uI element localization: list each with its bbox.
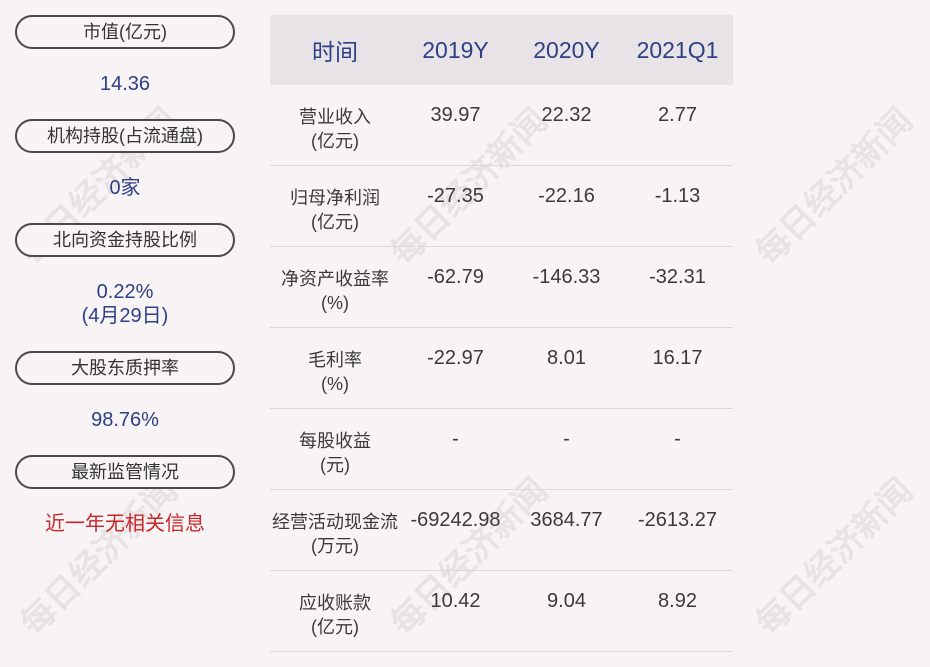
market-cap-label: 市值(亿元)	[15, 15, 235, 49]
market-cap-value: 14.36	[99, 73, 151, 95]
table-row: 归母净利润 (亿元) -27.35 -22.16 -1.13	[270, 166, 733, 247]
row-label-main: 净资产收益率	[281, 269, 389, 289]
table-row: 每股收益 (元) - - -	[270, 409, 733, 490]
row-label-unit: (亿元)	[311, 131, 359, 151]
regulatory-status-label: 最新监管情况	[15, 455, 235, 489]
regulatory-status-value: 近一年无相关信息	[45, 513, 205, 535]
table-cell: -	[452, 428, 459, 450]
row-label: 营业收入 (亿元)	[270, 85, 400, 165]
header-2019y: 2019Y	[422, 36, 489, 63]
table-row: 毛利率 (%) -22.97 8.01 16.17	[270, 328, 733, 409]
row-label: 经营活动现金流 (万元)	[270, 490, 400, 570]
table-cell: 39.97	[430, 104, 481, 126]
table-cell: 10.42	[430, 590, 481, 612]
row-label-unit: (亿元)	[311, 617, 359, 637]
row-label-unit: (元)	[320, 455, 350, 475]
table-cell: 2.77	[658, 104, 697, 126]
table-row: 经营活动现金流 (万元) -69242.98 3684.77 -2613.27	[270, 490, 733, 571]
row-label-main: 毛利率	[308, 350, 362, 370]
table-header: 时间 2019Y 2020Y 2021Q1	[270, 15, 733, 85]
table-cell: 3684.77	[530, 509, 603, 531]
table-row: 营业收入 (亿元) 39.97 22.32 2.77	[270, 85, 733, 166]
header-2020y: 2020Y	[533, 36, 600, 63]
table-cell: -	[674, 428, 681, 450]
watermark: 每日经济新闻	[748, 471, 921, 643]
row-label: 毛利率 (%)	[270, 328, 400, 408]
pledge-ratio-label: 大股东质押率	[15, 351, 235, 385]
header-2021q1: 2021Q1	[636, 36, 719, 63]
table-cell: -	[563, 428, 570, 450]
row-label: 每股收益 (元)	[270, 409, 400, 489]
row-label-unit: (万元)	[311, 536, 359, 556]
row-label-main: 营业收入	[299, 107, 371, 127]
metrics-sidebar: 市值(亿元) 14.36 机构持股(占流通盘) 0家 北向资金持股比例 0.22…	[15, 15, 235, 536]
table-cell: -22.97	[427, 347, 484, 369]
table-cell: 8.01	[547, 347, 586, 369]
row-label-main: 归母净利润	[290, 188, 380, 208]
table-cell: -32.31	[649, 266, 706, 288]
table-cell: -62.79	[427, 266, 484, 288]
table-cell: 16.17	[652, 347, 703, 369]
table-cell: -69242.98	[410, 509, 501, 531]
row-label-unit: (亿元)	[311, 212, 359, 232]
row-label-unit: (%)	[321, 293, 349, 313]
table-cell: 8.92	[658, 590, 697, 612]
northbound-ratio-label: 北向资金持股比例	[15, 223, 235, 257]
row-label-main: 每股收益	[299, 431, 371, 451]
row-label: 净资产收益率 (%)	[270, 247, 400, 327]
table-cell: -22.16	[538, 185, 595, 207]
table-cell: -1.13	[654, 185, 701, 207]
northbound-ratio-value: 0.22%	[96, 281, 154, 303]
row-label: 应收账款 (亿元)	[270, 571, 400, 651]
header-period: 时间	[312, 39, 358, 65]
northbound-ratio-date: (4月29日)	[81, 305, 169, 327]
table-row: 净资产收益率 (%) -62.79 -146.33 -32.31	[270, 247, 733, 328]
row-label-unit: (%)	[321, 374, 349, 394]
watermark: 每日经济新闻	[748, 101, 921, 273]
table-row: 应收账款 (亿元) 10.42 9.04 8.92	[270, 571, 733, 652]
row-label: 归母净利润 (亿元)	[270, 166, 400, 246]
table-cell: -146.33	[532, 266, 601, 288]
table-cell: -27.35	[427, 185, 484, 207]
pledge-ratio-value: 98.76%	[91, 409, 159, 431]
row-label-main: 应收账款	[299, 593, 371, 613]
financials-table: 时间 2019Y 2020Y 2021Q1 营业收入 (亿元) 39.97 22.…	[270, 15, 733, 652]
row-label-main: 经营活动现金流	[272, 512, 398, 532]
institutional-holdings-value: 0家	[109, 177, 141, 199]
table-cell: 9.04	[547, 590, 586, 612]
table-cell: -2613.27	[638, 509, 717, 531]
table-cell: 22.32	[541, 104, 592, 126]
institutional-holdings-label: 机构持股(占流通盘)	[15, 119, 235, 153]
